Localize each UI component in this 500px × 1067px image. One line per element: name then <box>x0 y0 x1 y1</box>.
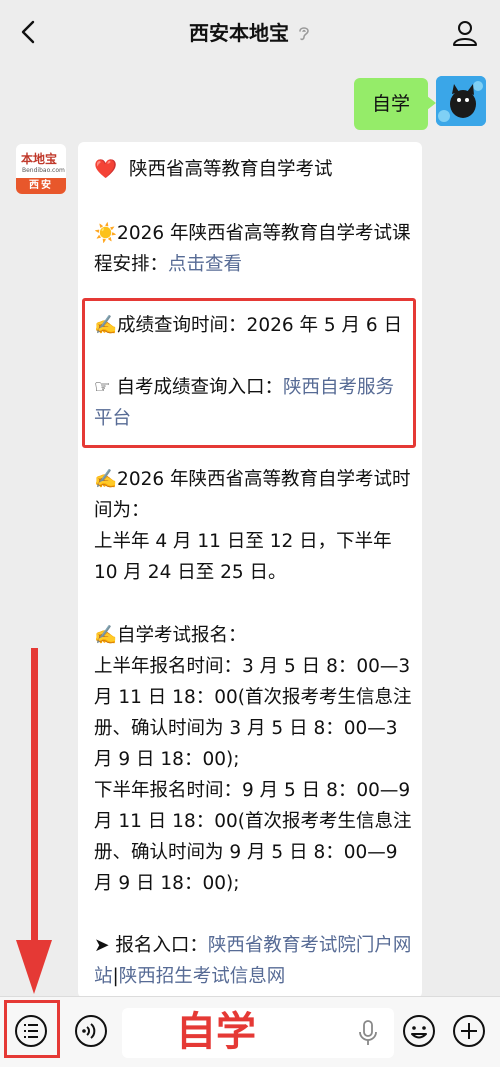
message-input[interactable] <box>122 1008 394 1058</box>
cat-avatar-icon <box>436 76 486 126</box>
outgoing-message: 自学 <box>353 76 486 130</box>
sun-icon: ☀️ <box>94 223 118 244</box>
account-logo-sub: Bendibao.com <box>22 167 65 174</box>
annotation-arrow <box>31 648 38 946</box>
chat-header: 西安本地宝 <box>0 0 500 66</box>
annotation-arrow-head <box>16 940 52 994</box>
writing-hand-icon: ✍️ <box>94 469 118 490</box>
microphone-icon[interactable] <box>358 1019 378 1047</box>
user-profile-icon[interactable] <box>450 18 480 48</box>
account-city: 西安 <box>16 178 66 194</box>
incoming-bubble: ❤️ 陕西省高等教育自学考试 ☀️2026 年陕西省高等教育自学考试课程安排：点… <box>78 142 422 998</box>
writing-hand-icon: ✍️ <box>94 625 118 646</box>
voice-icon[interactable] <box>73 1013 109 1049</box>
heart-icon: ❤️ <box>94 159 118 180</box>
chat-title-area: 西安本地宝 <box>0 17 500 49</box>
account-avatar[interactable]: 本地宝 Bendibao.com 西安 <box>16 144 66 194</box>
highlight-box <box>82 298 416 448</box>
msg-registration-entry: ➤ 报名入口：陕西省教育考试院门户网站|陕西招生考试信息网 <box>94 935 412 987</box>
course-schedule-link[interactable]: 点击查看 <box>168 254 242 275</box>
msg-course-schedule: ☀️2026 年陕西省高等教育自学考试课程安排：点击查看 <box>94 223 411 275</box>
admission-info-link[interactable]: 陕西招生考试信息网 <box>119 966 286 987</box>
msg-exam-time: ✍️2026 年陕西省高等教育自学考试时间为： 上半年 4 月 11 日至 12… <box>94 469 411 583</box>
msg-registration: ✍️自学考试报名： 上半年报名时间：3 月 5 日 8：00—3 月 11 日 … <box>94 625 412 894</box>
my-avatar[interactable] <box>436 76 486 126</box>
account-logo-text: 本地宝 <box>21 152 58 166</box>
msg-heading: ❤️ 陕西省高等教育自学考试 <box>94 159 333 180</box>
message-input-text: 自学 <box>176 1009 256 1055</box>
chat-title: 西安本地宝 <box>189 21 289 45</box>
emoji-icon[interactable] <box>401 1013 437 1049</box>
outgoing-bubble[interactable]: 自学 <box>353 78 437 130</box>
plus-icon[interactable] <box>451 1013 487 1049</box>
ear-icon <box>299 27 309 41</box>
menu-highlight-box <box>4 1000 60 1058</box>
arrow-right-icon: ➤ <box>94 935 110 956</box>
